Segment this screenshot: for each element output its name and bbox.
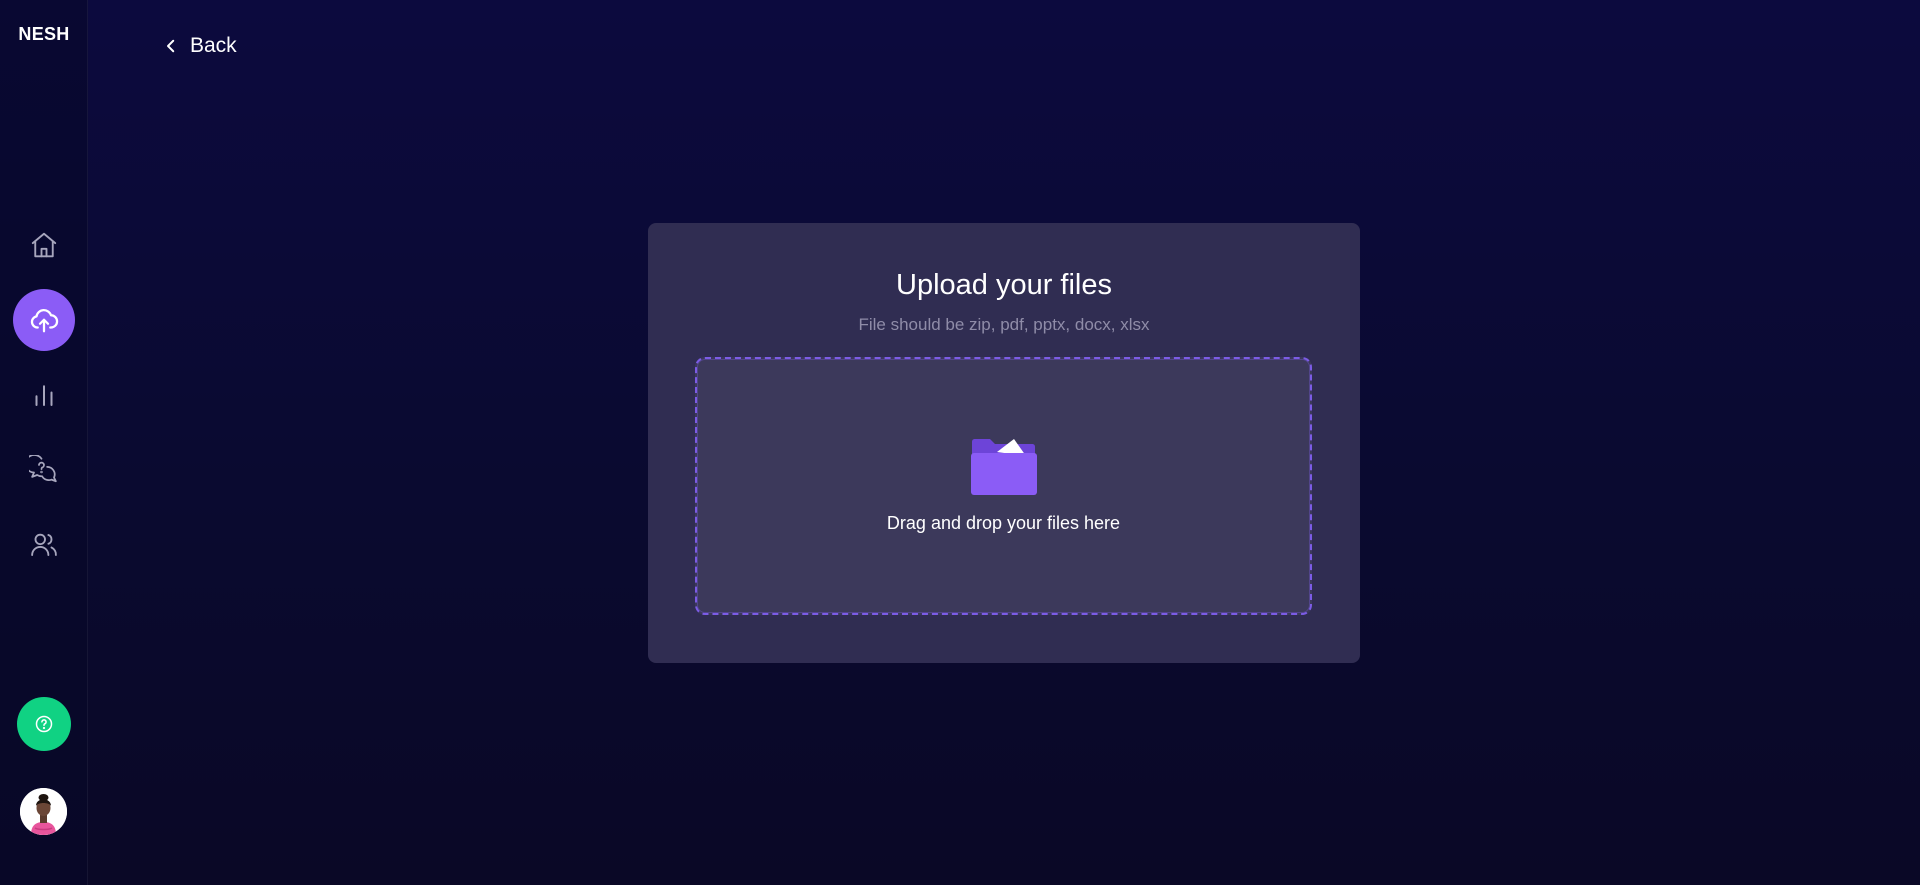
question-chat-icon: [29, 455, 57, 483]
upload-title: Upload your files: [896, 269, 1112, 301]
sidebar-item-analytics[interactable]: [13, 364, 75, 426]
back-button[interactable]: Back: [162, 34, 237, 58]
sidebar-item-users[interactable]: [13, 514, 75, 576]
users-icon: [31, 533, 57, 556]
user-avatar[interactable]: [20, 788, 67, 835]
avatar-image: [20, 788, 67, 835]
dropzone-text: Drag and drop your files here: [886, 513, 1121, 533]
sidebar-item-questions[interactable]: [13, 439, 75, 501]
help-icon: [35, 715, 53, 733]
back-label: Back: [190, 34, 237, 57]
help-button[interactable]: [17, 697, 71, 751]
upload-card: Upload your files File should be zip, pd…: [648, 223, 1360, 663]
sidebar-item-home[interactable]: [13, 214, 75, 276]
home-icon: [31, 232, 57, 258]
app-logo: NESH: [18, 24, 70, 44]
cloud-upload-icon: [30, 309, 59, 333]
chevron-left-icon: [167, 39, 175, 53]
sidebar: NESH: [0, 0, 88, 885]
upload-subtitle: File should be zip, pdf, pptx, docx, xls…: [858, 315, 1150, 334]
folder-icon: [971, 439, 1037, 495]
bar-chart-icon: [35, 385, 53, 406]
sidebar-item-upload[interactable]: [13, 289, 75, 351]
file-dropzone[interactable]: Drag and drop your files here: [695, 357, 1312, 615]
